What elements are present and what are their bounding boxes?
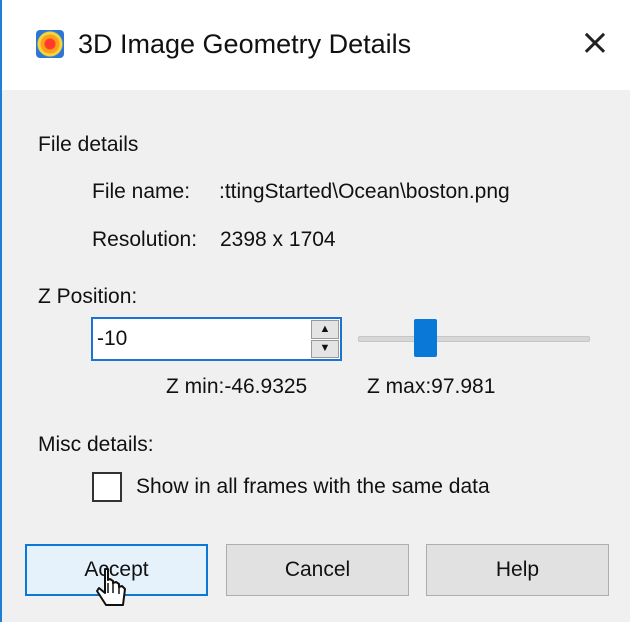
file-name-label: File name: (92, 180, 191, 203)
accept-button[interactable]: Accept (25, 544, 208, 596)
spinner-buttons: ▲ ▼ (311, 320, 339, 358)
window-border (0, 90, 2, 622)
show-all-frames-label[interactable]: Show in all frames with the same data (136, 475, 490, 499)
z-min-label: Z min:-46.9325 (166, 375, 308, 398)
file-details-heading: File details (38, 133, 139, 156)
z-position-slider-thumb[interactable] (414, 319, 437, 357)
help-button[interactable]: Help (426, 544, 609, 596)
close-icon[interactable]: × (577, 23, 613, 63)
z-position-slider-track[interactable] (358, 336, 590, 342)
spin-down-button[interactable]: ▼ (311, 339, 339, 358)
app-icon (36, 30, 64, 58)
z-position-heading: Z Position: (38, 285, 138, 308)
misc-details-heading: Misc details: (38, 433, 154, 456)
show-all-frames-checkbox[interactable] (92, 472, 122, 502)
file-name-value: :ttingStarted\Ocean\boston.png (219, 180, 510, 203)
cancel-button[interactable]: Cancel (226, 544, 409, 596)
z-max-label: Z max:97.981 (367, 375, 496, 398)
resolution-label: Resolution: (92, 228, 198, 251)
z-position-input[interactable] (97, 325, 297, 353)
arrow-up-icon: ▲ (319, 322, 331, 335)
window-title: 3D Image Geometry Details (78, 29, 412, 59)
spin-up-button[interactable]: ▲ (311, 320, 339, 339)
arrow-down-icon: ▼ (319, 342, 331, 355)
resolution-value: 2398 x 1704 (220, 228, 336, 251)
z-position-spinbox[interactable]: ▲ ▼ (91, 317, 342, 361)
title-bar: 3D Image Geometry Details × (0, 0, 630, 90)
